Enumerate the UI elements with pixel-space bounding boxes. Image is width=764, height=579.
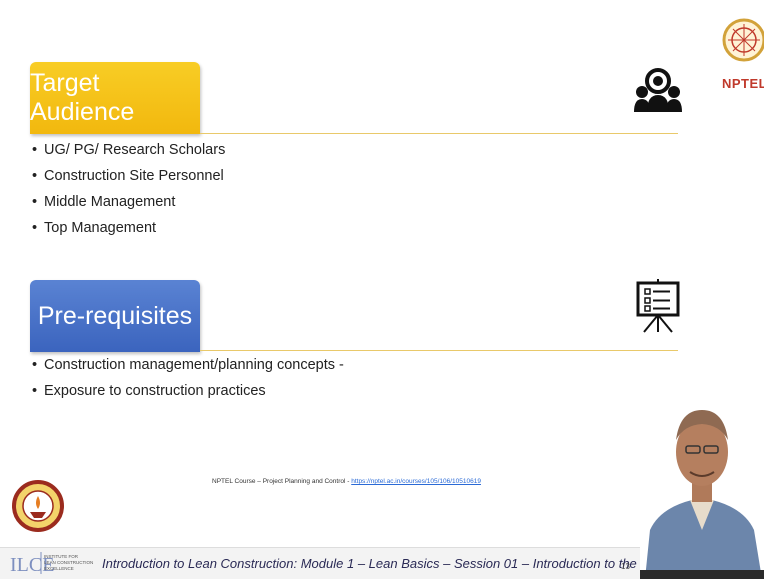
target-divider [200, 133, 678, 134]
target-audience-header: Target Audience [30, 62, 200, 134]
presenter-video [640, 380, 764, 579]
prerequisites-title: Pre-requisites [37, 301, 193, 330]
list-item: Middle Management [32, 189, 225, 215]
prereq-divider [200, 350, 678, 351]
target-audience-title: Target Audience [30, 69, 135, 126]
slide: Target Audience UG/ PG/ Research Scholar… [0, 0, 764, 579]
ilce-logo-line1: INSTITUTE FOR [44, 554, 79, 559]
ilce-logo-line2: LEAN CONSTRUCTION [44, 560, 93, 565]
ilce-logo: ILCE INSTITUTE FOR LEAN CONSTRUCTION EXC… [10, 552, 93, 576]
slide-number: 13 [621, 562, 630, 571]
list-item: Top Management [32, 215, 225, 241]
prerequisites-header: Pre-requisites [30, 280, 200, 352]
audience-people-icon [634, 68, 682, 112]
list-item: Exposure to construction practices [32, 378, 344, 404]
list-item: UG/ PG/ Research Scholars [32, 137, 225, 163]
list-item: Construction Site Personnel [32, 163, 225, 189]
footer-reference: NPTEL Course – Project Planning and Cont… [212, 478, 481, 485]
presentation-board-icon [636, 279, 680, 333]
footer-ref-text: NPTEL Course – Project Planning and Cont… [212, 478, 352, 485]
course-title: Introduction to Lean Construction: Modul… [102, 556, 683, 571]
list-item: Construction management/planning concept… [32, 352, 344, 378]
footer-ref-link[interactable]: https://nptel.ac.in/courses/105/106/1051… [351, 478, 481, 485]
nptel-logo-text: NPTEL [722, 76, 764, 91]
prerequisites-list: Construction management/planning concept… [32, 352, 344, 404]
ilce-logo-line3: EXCELLENCE [44, 566, 74, 571]
target-audience-list: UG/ PG/ Research Scholars Construction S… [32, 137, 225, 241]
iit-madras-logo [12, 480, 64, 532]
